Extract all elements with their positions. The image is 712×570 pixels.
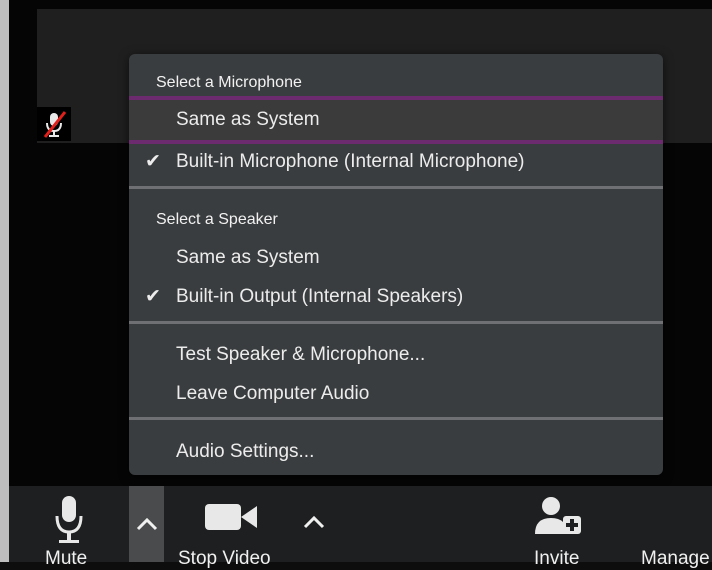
video-options-caret-button[interactable] xyxy=(299,510,329,534)
speaker-option-same-as-system[interactable]: Same as System xyxy=(129,240,663,276)
speaker-section-header: Select a Speaker xyxy=(156,211,278,228)
audio-options-menu: Select a Microphone Same as System ✔ Bui… xyxy=(129,54,663,475)
invite-label: Invite xyxy=(534,548,580,569)
speaker-option-label: Built-in Output (Internal Speakers) xyxy=(176,286,464,307)
mic-option-label: Same as System xyxy=(176,109,320,130)
stop-video-button[interactable] xyxy=(203,500,259,534)
meeting-toolbar: Mute Stop Video Invite Manage xyxy=(9,486,712,569)
speaker-option-label: Same as System xyxy=(176,247,320,268)
checkmark-icon: ✔ xyxy=(145,151,161,172)
audio-options-caret-button[interactable] xyxy=(129,486,164,562)
microphone-section-header: Select a Microphone xyxy=(156,74,302,91)
mute-button[interactable] xyxy=(49,494,93,546)
mute-label: Mute xyxy=(45,548,88,569)
mic-option-label: Built-in Microphone (Internal Microphone… xyxy=(176,151,525,172)
chevron-up-icon xyxy=(303,515,325,529)
mic-option-same-as-system[interactable]: Same as System xyxy=(129,96,663,144)
manage-participants-button[interactable]: Manage xyxy=(641,548,710,570)
speaker-option-built-in[interactable]: ✔ Built-in Output (Internal Speakers) xyxy=(129,279,663,315)
menu-separator xyxy=(129,186,663,189)
test-speaker-microphone-item[interactable]: Test Speaker & Microphone... xyxy=(129,337,663,373)
left-window-edge xyxy=(0,0,9,562)
audio-settings-item[interactable]: Audio Settings... xyxy=(129,434,663,470)
video-camera-icon xyxy=(205,504,257,530)
invite-button[interactable] xyxy=(533,496,585,536)
microphone-icon xyxy=(55,496,83,543)
mic-option-built-in[interactable]: ✔ Built-in Microphone (Internal Micropho… xyxy=(129,144,663,180)
checkmark-icon: ✔ xyxy=(145,286,161,307)
menu-separator xyxy=(129,417,663,420)
leave-computer-audio-item[interactable]: Leave Computer Audio xyxy=(129,376,663,412)
menu-separator xyxy=(129,321,663,324)
add-participant-icon xyxy=(535,497,581,534)
stop-video-label: Stop Video xyxy=(178,548,271,569)
muted-microphone-icon xyxy=(37,107,71,141)
chevron-up-icon xyxy=(136,517,157,531)
